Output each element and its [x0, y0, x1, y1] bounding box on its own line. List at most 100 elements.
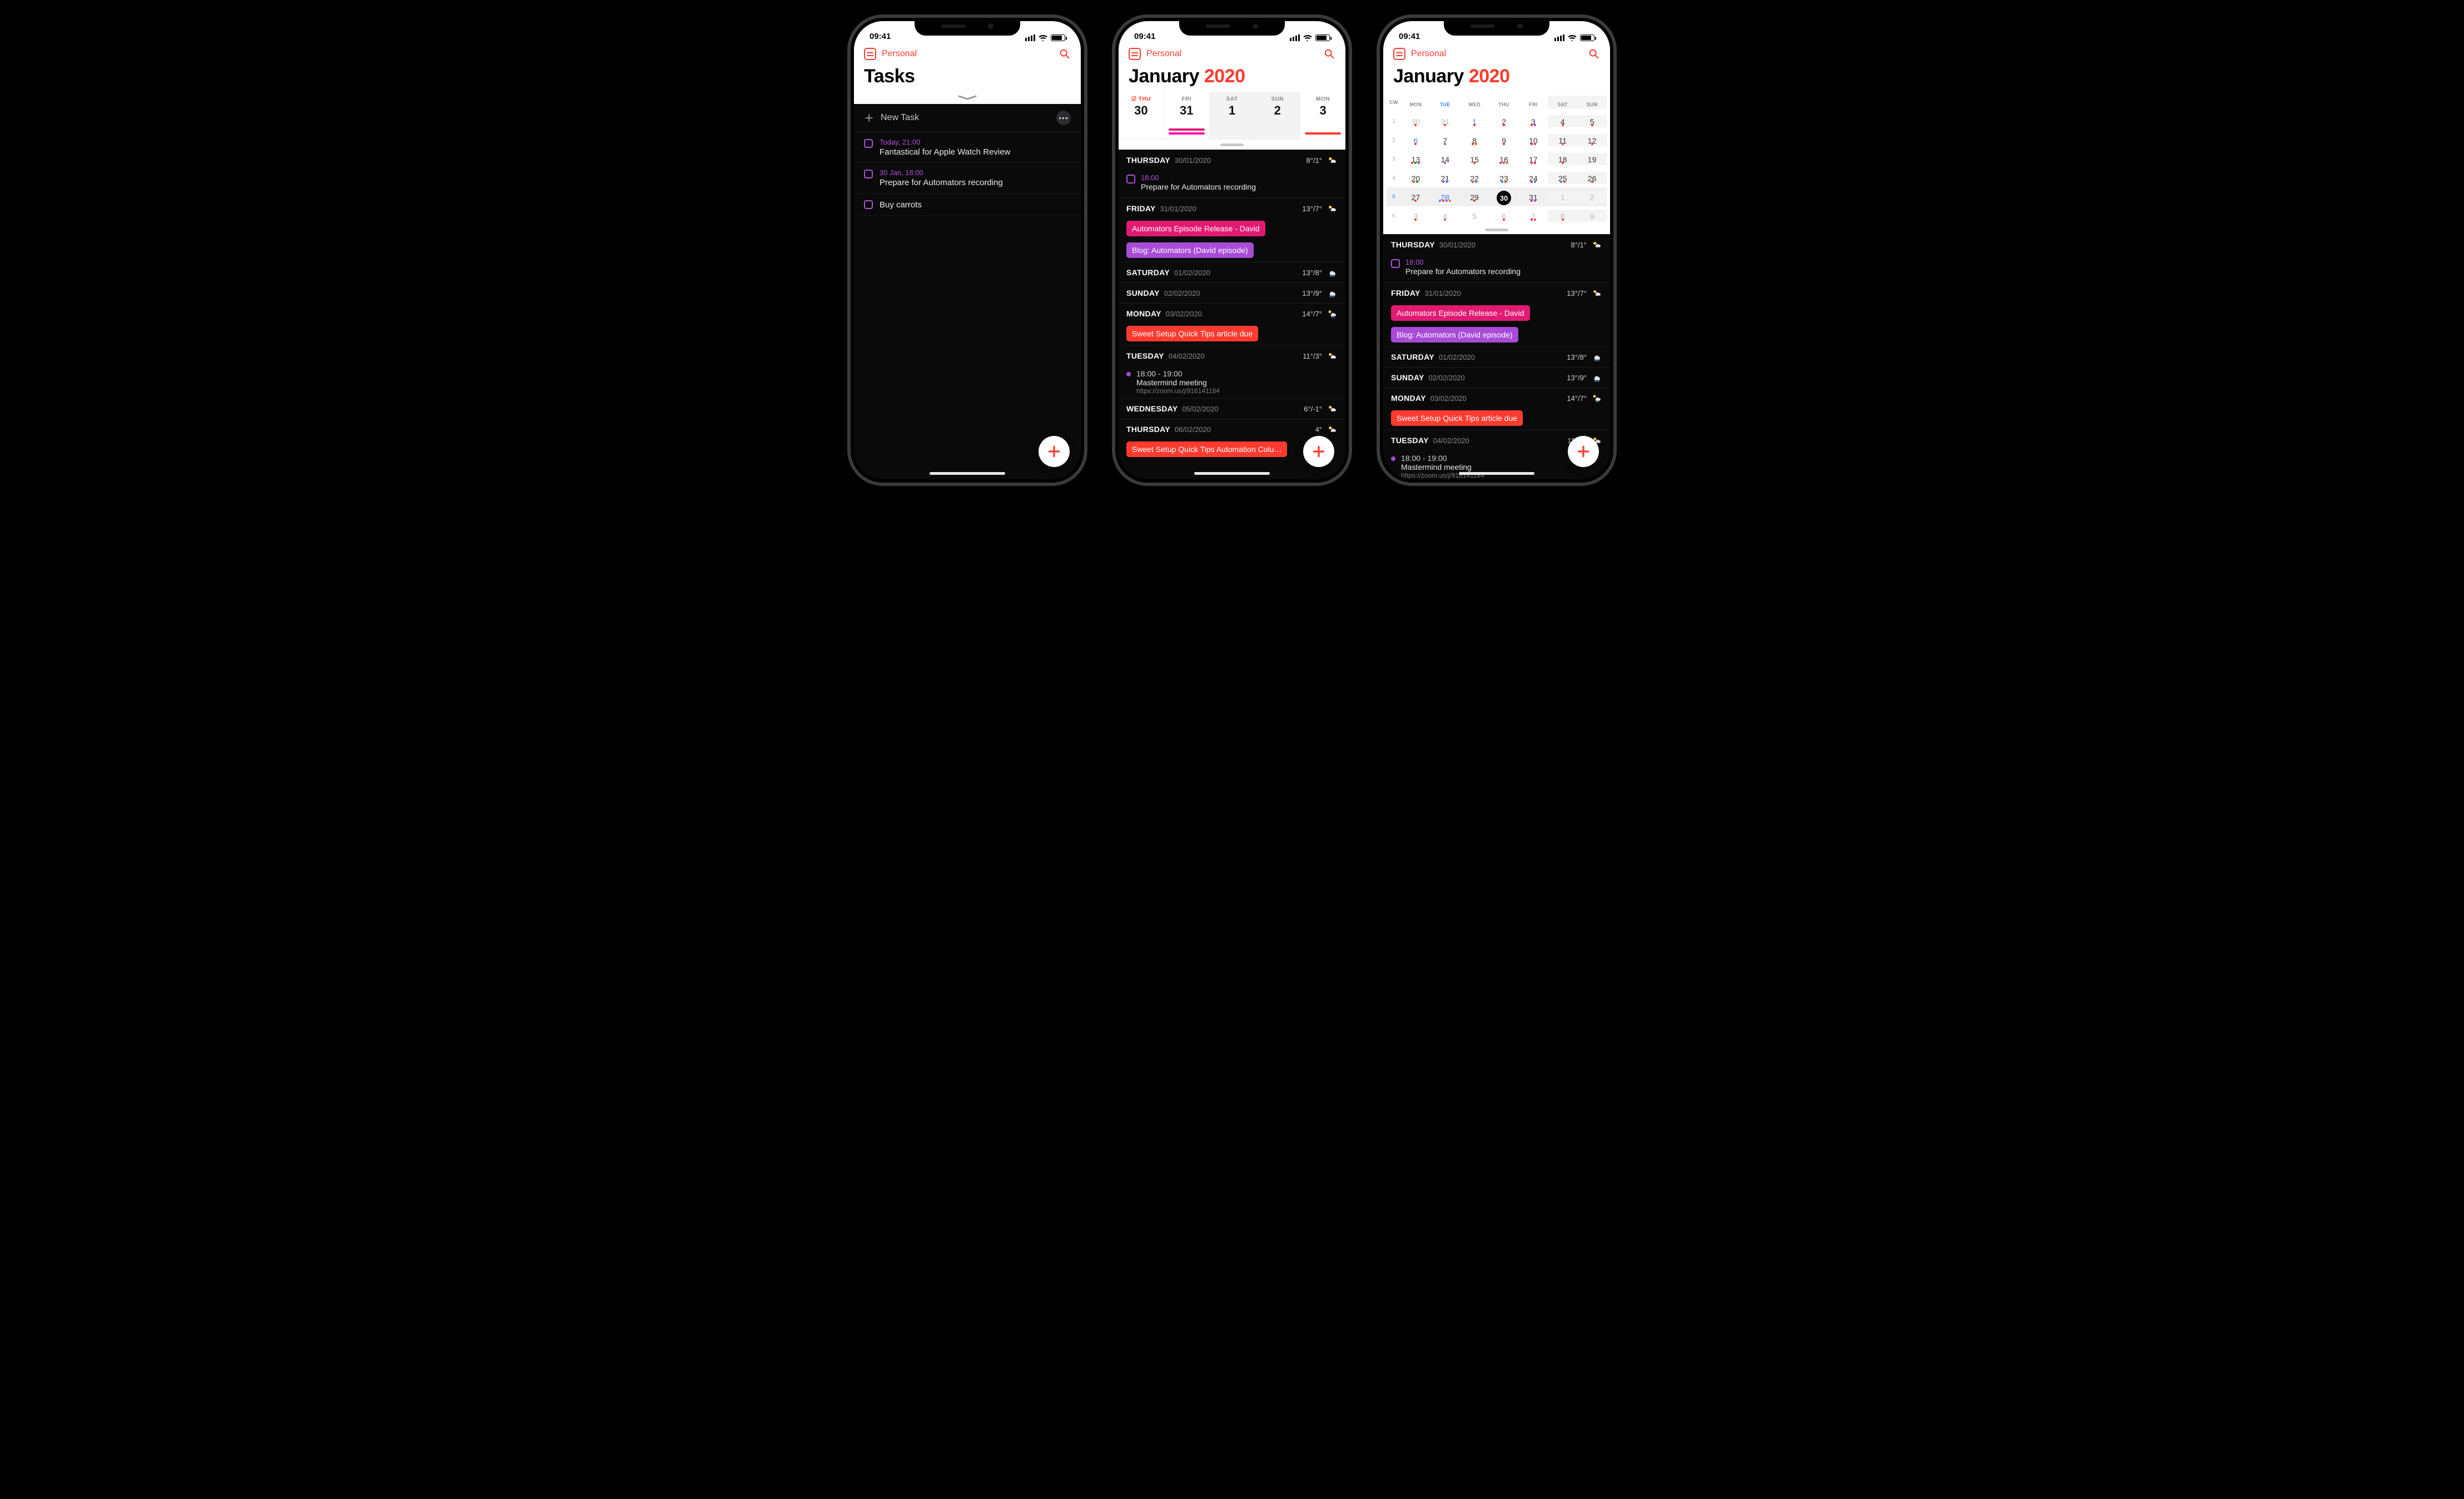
- month-day[interactable]: 24: [1518, 172, 1548, 184]
- month-day[interactable]: 30: [1401, 115, 1430, 127]
- day-header: THURSDAY30/01/20208°/1°: [1383, 234, 1610, 255]
- month-day[interactable]: 16: [1489, 153, 1519, 165]
- month-day[interactable]: 3: [1518, 115, 1548, 127]
- month-day[interactable]: 31: [1518, 191, 1548, 203]
- month-day[interactable]: 26: [1577, 172, 1607, 184]
- month-day[interactable]: 10: [1518, 134, 1548, 146]
- month-day[interactable]: 12: [1577, 134, 1607, 146]
- event-pill[interactable]: Sweet Setup Quick Tips article due: [1126, 326, 1258, 341]
- task-row[interactable]: Buy carrots: [854, 193, 1081, 216]
- calendar-set-button[interactable]: Personal: [864, 48, 917, 60]
- week-strip[interactable]: ☑ THU30FRI31SAT1SUN2MON3: [1119, 92, 1345, 140]
- task-row[interactable]: 30 Jan, 18:00Prepare for Automators reco…: [854, 163, 1081, 193]
- checkbox-icon[interactable]: [864, 139, 873, 148]
- new-task-label: New Task: [881, 113, 919, 123]
- calendar-set-button[interactable]: Personal: [1393, 48, 1446, 60]
- day-cell[interactable]: MON3: [1300, 92, 1345, 139]
- month-grid[interactable]: CWMONTUEWEDTHUFRISATSUN13031123452678910…: [1383, 92, 1610, 225]
- month-day[interactable]: 2: [1577, 191, 1607, 203]
- month-day[interactable]: 9: [1489, 134, 1519, 146]
- task-row[interactable]: Today, 21:00Fantastical for Apple Watch …: [854, 132, 1081, 163]
- month-day[interactable]: 18: [1548, 153, 1577, 165]
- month-day[interactable]: 28: [1430, 191, 1460, 203]
- checkbox-icon[interactable]: [1126, 175, 1135, 183]
- month-day[interactable]: 17: [1518, 153, 1548, 165]
- month-day[interactable]: 8: [1460, 134, 1489, 146]
- month-day[interactable]: 20: [1401, 172, 1430, 184]
- event-pill[interactable]: Blog: Automators (David episode): [1391, 327, 1518, 343]
- month-day[interactable]: 9: [1577, 210, 1607, 222]
- month-day[interactable]: 15: [1460, 153, 1489, 165]
- month-day[interactable]: 3: [1401, 210, 1430, 222]
- page-title: January 2020: [1129, 66, 1335, 87]
- day-header: SATURDAY01/02/202013°/8°: [1119, 262, 1345, 282]
- month-day[interactable]: 22: [1460, 172, 1489, 184]
- month-day[interactable]: 5: [1460, 210, 1489, 222]
- month-day[interactable]: 1: [1548, 191, 1577, 203]
- add-fab[interactable]: [1039, 436, 1070, 467]
- day-cell[interactable]: FRI31: [1164, 92, 1210, 139]
- month-day[interactable]: 23: [1489, 172, 1519, 184]
- home-indicator[interactable]: [1459, 472, 1534, 475]
- month-day[interactable]: 4: [1548, 115, 1577, 127]
- day-cell[interactable]: SAT1: [1210, 92, 1255, 139]
- event-pill[interactable]: Automators Episode Release - David: [1126, 221, 1265, 236]
- month-day[interactable]: 29: [1460, 191, 1489, 203]
- month-handle[interactable]: [1383, 225, 1610, 234]
- search-button[interactable]: [1059, 48, 1071, 60]
- checkbox-icon[interactable]: [864, 170, 873, 178]
- wifi-icon: [1039, 34, 1047, 41]
- month-day[interactable]: 30: [1489, 188, 1519, 205]
- month-day[interactable]: 4: [1430, 210, 1460, 222]
- battery-icon: [1051, 34, 1065, 41]
- more-button[interactable]: •••: [1056, 111, 1071, 125]
- event-pill[interactable]: Blog: Automators (David episode): [1126, 242, 1254, 258]
- calendar-set-button[interactable]: Personal: [1129, 48, 1181, 60]
- agenda-list[interactable]: THURSDAY30/01/20208°/1°18:00Prepare for …: [1119, 150, 1345, 479]
- month-day[interactable]: 31: [1430, 115, 1460, 127]
- checkbox-icon[interactable]: [864, 200, 873, 209]
- checkbox-icon[interactable]: [1391, 259, 1400, 268]
- event-pill[interactable]: Sweet Setup Quick Tips Automation Colu…: [1126, 441, 1287, 457]
- page-title: Tasks: [864, 66, 1071, 87]
- day-cell[interactable]: ☑ THU30: [1119, 92, 1164, 139]
- month-day[interactable]: 13: [1401, 153, 1430, 165]
- month-day[interactable]: 7: [1518, 210, 1548, 222]
- month-day[interactable]: 1: [1460, 115, 1489, 127]
- month-day[interactable]: 27: [1401, 191, 1430, 203]
- color-dot-icon: [1391, 456, 1395, 461]
- notch: [915, 18, 1020, 36]
- status-time: 09:41: [1399, 32, 1420, 41]
- month-day[interactable]: 6: [1401, 134, 1430, 146]
- search-button[interactable]: [1323, 48, 1335, 60]
- day-header: THURSDAY06/02/20204°: [1119, 419, 1345, 439]
- month-day[interactable]: 6: [1489, 210, 1519, 222]
- month-day[interactable]: 11: [1548, 134, 1577, 146]
- color-dot-icon: [1126, 372, 1131, 376]
- status-time: 09:41: [1134, 32, 1155, 41]
- month-day[interactable]: 7: [1430, 134, 1460, 146]
- event-pill[interactable]: Automators Episode Release - David: [1391, 305, 1530, 321]
- day-cell[interactable]: SUN2: [1255, 92, 1300, 139]
- search-button[interactable]: [1588, 48, 1600, 60]
- task-meta: 30 Jan, 18:00: [880, 168, 1003, 177]
- month-day[interactable]: 5: [1577, 115, 1607, 127]
- new-task-button[interactable]: ＋ New Task: [864, 111, 919, 125]
- month-day[interactable]: 21: [1430, 172, 1460, 184]
- add-fab[interactable]: [1303, 436, 1334, 467]
- strip-handle[interactable]: [1119, 140, 1345, 150]
- month-day[interactable]: 25: [1548, 172, 1577, 184]
- month-day[interactable]: 2: [1489, 115, 1519, 127]
- task-text: Prepare for Automators recording: [880, 178, 1003, 187]
- pull-handle[interactable]: [854, 92, 1081, 104]
- task-event[interactable]: 18:00Prepare for Automators recording: [1383, 255, 1610, 282]
- event[interactable]: 18:00 - 19:00Mastermind meetinghttps://z…: [1119, 366, 1345, 398]
- home-indicator[interactable]: [930, 472, 1005, 475]
- home-indicator[interactable]: [1194, 472, 1270, 475]
- month-day[interactable]: 14: [1430, 153, 1460, 165]
- month-day[interactable]: 8: [1548, 210, 1577, 222]
- month-day[interactable]: 19: [1577, 153, 1607, 165]
- task-event[interactable]: 18:00Prepare for Automators recording: [1119, 170, 1345, 198]
- add-fab[interactable]: [1568, 436, 1599, 467]
- event-pill[interactable]: Sweet Setup Quick Tips article due: [1391, 410, 1523, 426]
